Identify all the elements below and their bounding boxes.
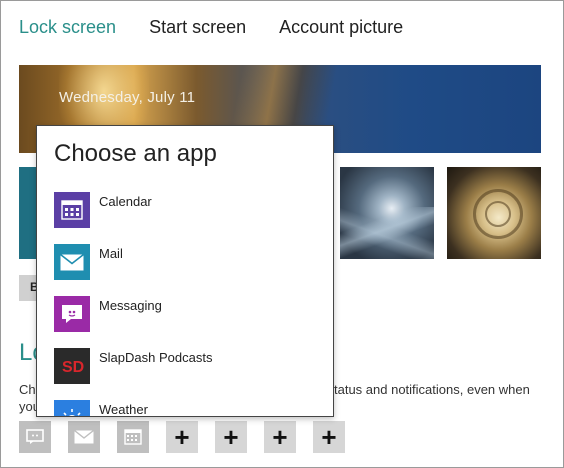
mail-icon — [54, 244, 90, 280]
shell-spiral-inner — [485, 201, 511, 227]
lock-screen-settings: Lock screen Start screen Account picture… — [0, 0, 564, 468]
tab-lock-screen[interactable]: Lock screen — [19, 15, 116, 39]
plus-icon: + — [223, 422, 239, 452]
plus-icon: + — [174, 422, 190, 452]
background-thumb-nautilus[interactable] — [447, 167, 541, 259]
background-thumb-tunnel[interactable] — [340, 167, 434, 259]
settings-tabs: Lock screen Start screen Account picture — [19, 15, 436, 39]
lock-screen-app-slots: + + + + — [19, 421, 362, 453]
slapdash-podcasts-icon: SD — [54, 348, 90, 384]
app-option-calendar[interactable]: Calendar — [54, 192, 324, 228]
app-option-slapdash-podcasts[interactable]: SD SlapDash Podcasts — [54, 348, 324, 384]
plus-icon: + — [321, 422, 337, 452]
weather-icon — [54, 400, 90, 416]
flyout-title: Choose an app — [54, 140, 217, 167]
choose-app-flyout: Choose an app Calendar Mail Messaging SD… — [36, 125, 334, 417]
app-option-messaging[interactable]: Messaging — [54, 296, 324, 332]
app-label-calendar: Calendar — [99, 194, 152, 209]
tunnel-rails — [340, 207, 434, 259]
section-description-right: tatus and notifications, even when — [334, 382, 530, 397]
app-option-weather[interactable]: Weather — [54, 400, 324, 417]
app-label-messaging: Messaging — [99, 298, 162, 313]
mail-icon — [74, 430, 94, 444]
slot-mail[interactable] — [68, 421, 100, 453]
add-app-slot-3[interactable]: + — [264, 421, 296, 453]
preview-date: Wednesday, July 11 — [59, 89, 196, 106]
calendar-icon — [54, 192, 90, 228]
plus-icon: + — [272, 422, 288, 452]
add-app-slot-4[interactable]: + — [313, 421, 345, 453]
messaging-icon — [54, 296, 90, 332]
messaging-icon — [26, 429, 44, 444]
app-label-mail: Mail — [99, 246, 123, 261]
slot-calendar[interactable] — [117, 421, 149, 453]
app-option-mail[interactable]: Mail — [54, 244, 324, 280]
app-label-slapdash-podcasts: SlapDash Podcasts — [99, 350, 213, 365]
svg-text:SD: SD — [62, 359, 84, 376]
calendar-icon — [124, 429, 142, 445]
add-app-slot-1[interactable]: + — [166, 421, 198, 453]
slot-messaging[interactable] — [19, 421, 51, 453]
add-app-slot-2[interactable]: + — [215, 421, 247, 453]
app-label-weather: Weather — [99, 402, 148, 417]
tab-account-picture[interactable]: Account picture — [279, 15, 403, 39]
tab-start-screen[interactable]: Start screen — [149, 15, 246, 39]
